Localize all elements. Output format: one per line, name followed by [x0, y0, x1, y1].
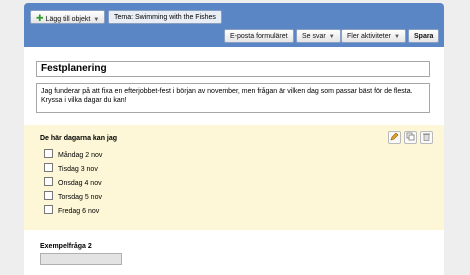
checkbox[interactable] — [44, 163, 53, 172]
form-description-field[interactable]: Jag funderar på att fixa en efterjobbet-… — [36, 83, 430, 113]
checkbox[interactable] — [44, 149, 53, 158]
checkbox-option[interactable]: Måndag 2 nov — [44, 149, 102, 160]
theme-button[interactable]: Tema: Swimming with the Fishes — [108, 10, 222, 24]
question-2-title: Exempelfråga 2 — [40, 243, 92, 250]
chevron-down-icon: ▼ — [328, 34, 335, 40]
checkbox[interactable] — [44, 191, 53, 200]
checkbox[interactable] — [44, 205, 53, 214]
form-editor: ✚ Lägg till objekt ▼ Tema: Swimming with t… — [24, 3, 444, 275]
see-responses-button[interactable]: Se svar ▼ — [296, 29, 341, 43]
toolbar: ✚ Lägg till objekt ▼ Tema: Swimming with t… — [24, 3, 444, 47]
plus-icon: ✚ — [36, 13, 44, 23]
email-form-button[interactable]: E-posta formuläret — [224, 29, 294, 43]
checkbox-option[interactable]: Onsdag 4 nov — [44, 177, 102, 188]
trash-icon[interactable] — [420, 131, 433, 144]
checkbox-option[interactable]: Fredag 6 nov — [44, 205, 99, 216]
duplicate-icon[interactable] — [404, 131, 417, 144]
save-button[interactable]: Spara — [408, 29, 440, 43]
form-body: Festplanering Jag funderar på att fixa e… — [24, 47, 444, 275]
checkbox-option[interactable]: Torsdag 5 nov — [44, 191, 102, 202]
question-title: De här dagarna kan jag — [40, 135, 118, 142]
edit-pencil-icon[interactable] — [388, 131, 401, 144]
more-actions-button[interactable]: Fler aktiviteter ▼ — [341, 29, 406, 43]
question-2-text-field[interactable] — [40, 253, 122, 265]
form-title-field[interactable]: Festplanering — [36, 61, 430, 77]
chevron-down-icon: ▼ — [393, 34, 400, 40]
add-item-button[interactable]: ✚ Lägg till objekt ▼ — [30, 10, 106, 24]
checkbox[interactable] — [44, 177, 53, 186]
chevron-down-icon: ▼ — [93, 17, 100, 23]
checkbox-option[interactable]: Tisdag 3 nov — [44, 163, 98, 174]
question-checkbox[interactable]: De här dagarna kan jag Måndag 2 nov Tisd… — [24, 125, 444, 230]
